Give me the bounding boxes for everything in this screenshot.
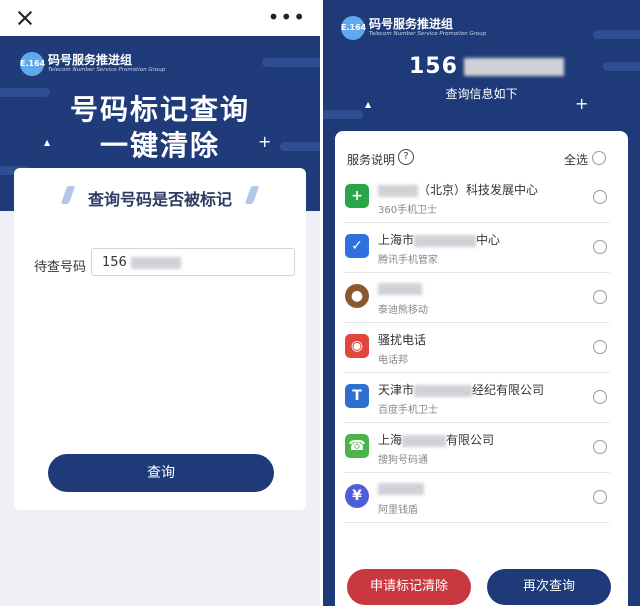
- list-item[interactable]: ● 泰迪熊移动: [335, 273, 628, 323]
- item-app-name: 阿里钱盾: [378, 505, 418, 516]
- query-form-card: 查询号码是否被标记 待查号码 156 查询: [14, 168, 306, 510]
- redacted-text: [378, 184, 418, 197]
- cloud-decoration: [603, 62, 640, 71]
- close-icon[interactable]: [14, 7, 36, 29]
- query-again-button[interactable]: 再次查询: [487, 569, 611, 605]
- redacted-text: [414, 234, 477, 247]
- phone-prefix: 156: [409, 54, 458, 79]
- row-divider: [343, 522, 610, 523]
- item-org-name: 上海 有限公司: [378, 433, 495, 447]
- list-item[interactable]: ◉ 骚扰电话 电话邦: [335, 323, 628, 373]
- apply-clear-mark-button[interactable]: 申请标记清除: [347, 569, 471, 605]
- redacted-text: [378, 482, 424, 495]
- cloud-decoration: [323, 110, 363, 119]
- item-radio[interactable]: [593, 290, 607, 304]
- list-item[interactable]: + （北京）科技发展中心 360手机卫士: [335, 173, 628, 223]
- redacted-text: [402, 434, 447, 447]
- item-org-name: （北京）科技发展中心: [378, 181, 538, 198]
- item-org-name: [378, 481, 424, 495]
- item-org-name: [378, 281, 422, 295]
- item-app-name: 泰迪熊移动: [378, 305, 428, 316]
- result-screen: E.164 码号服务推进组 Telecom Number Service Pro…: [323, 0, 640, 606]
- result-card: 服务说明 ? 全选 + （北京）科技发展中心 360手机卫士 ✓ 上海市 中心 腾…: [335, 131, 628, 606]
- item-app-name: 电话邦: [378, 355, 408, 366]
- phone-number-value: 156: [102, 255, 127, 270]
- query-button[interactable]: 查询: [48, 454, 274, 492]
- phone-field-label: 待查号码: [34, 260, 87, 275]
- list-item[interactable]: ✓ 上海市 中心 腾讯手机管家: [335, 223, 628, 273]
- dianhuabang-icon: ◉: [345, 334, 369, 358]
- cloud-decoration: [593, 30, 640, 39]
- cloud-decoration: [262, 58, 320, 67]
- 360-security-icon: +: [345, 184, 369, 208]
- redacted-digits: [130, 256, 181, 269]
- logo-subtitle: Telecom Number Service Promotion Group: [48, 67, 166, 73]
- service-description-label: 服务说明: [347, 153, 396, 167]
- redacted-text: [378, 282, 422, 295]
- redacted-text: [414, 384, 473, 397]
- sparkle-icon: ▲: [44, 138, 51, 147]
- form-title: 查询号码是否被标记: [87, 190, 232, 209]
- e164-logo-icon: E.164: [341, 16, 366, 40]
- item-org-name: 骚扰电话: [378, 333, 427, 347]
- sparkle-icon: +: [258, 132, 272, 151]
- item-radio[interactable]: [593, 390, 607, 404]
- item-app-name: 搜狗号码通: [378, 455, 428, 466]
- item-radio[interactable]: [593, 440, 607, 454]
- item-org-name: 上海市 中心: [378, 233, 501, 247]
- sparkle-icon: +: [575, 94, 589, 113]
- item-radio[interactable]: [593, 340, 607, 354]
- select-all-radio[interactable]: [592, 151, 606, 165]
- item-radio[interactable]: [593, 490, 607, 504]
- top-bar: •••: [0, 0, 320, 36]
- select-all-label: 全选: [564, 153, 589, 167]
- e164-logo-icon: E.164: [20, 52, 45, 76]
- more-options-icon[interactable]: •••: [268, 7, 306, 27]
- help-icon[interactable]: ?: [398, 149, 414, 165]
- logo-subtitle: Telecom Number Service Promotion Group: [369, 31, 487, 37]
- item-radio[interactable]: [593, 240, 607, 254]
- logo-title: 码号服务推进组: [369, 17, 454, 31]
- item-app-name: 腾讯手机管家: [378, 255, 438, 266]
- item-app-name: 360手机卫士: [378, 205, 438, 216]
- list-item[interactable]: ¥ 阿里钱盾: [335, 473, 628, 523]
- item-org-name: 天津市 经纪有限公司: [378, 383, 545, 397]
- phone-number-input[interactable]: 156: [91, 248, 295, 276]
- logo-title: 码号服务推进组: [48, 53, 133, 67]
- baidu-guard-icon: T: [345, 384, 369, 408]
- item-radio[interactable]: [593, 190, 607, 204]
- list-item[interactable]: ☎ 上海 有限公司 搜狗号码通: [335, 423, 628, 473]
- list-item[interactable]: T 天津市 经纪有限公司 百度手机卫士: [335, 373, 628, 423]
- ali-qiandun-icon: ¥: [345, 484, 369, 508]
- item-app-name: 百度手机卫士: [378, 405, 438, 416]
- redacted-digits: [463, 58, 564, 76]
- hero-title-line1: 号码标记查询: [69, 93, 250, 126]
- query-screen: ••• E.164 码号服务推进组 Telecom Number Service…: [0, 0, 320, 606]
- sparkle-icon: ▲: [365, 100, 372, 109]
- service-list: + （北京）科技发展中心 360手机卫士 ✓ 上海市 中心 腾讯手机管家 ● 泰迪…: [335, 173, 628, 523]
- tencent-manager-icon: ✓: [345, 234, 369, 258]
- sogou-number-icon: ☎: [345, 434, 369, 458]
- teddy-bear-icon: ●: [345, 284, 369, 308]
- queried-phone-number: 156: [409, 54, 564, 79]
